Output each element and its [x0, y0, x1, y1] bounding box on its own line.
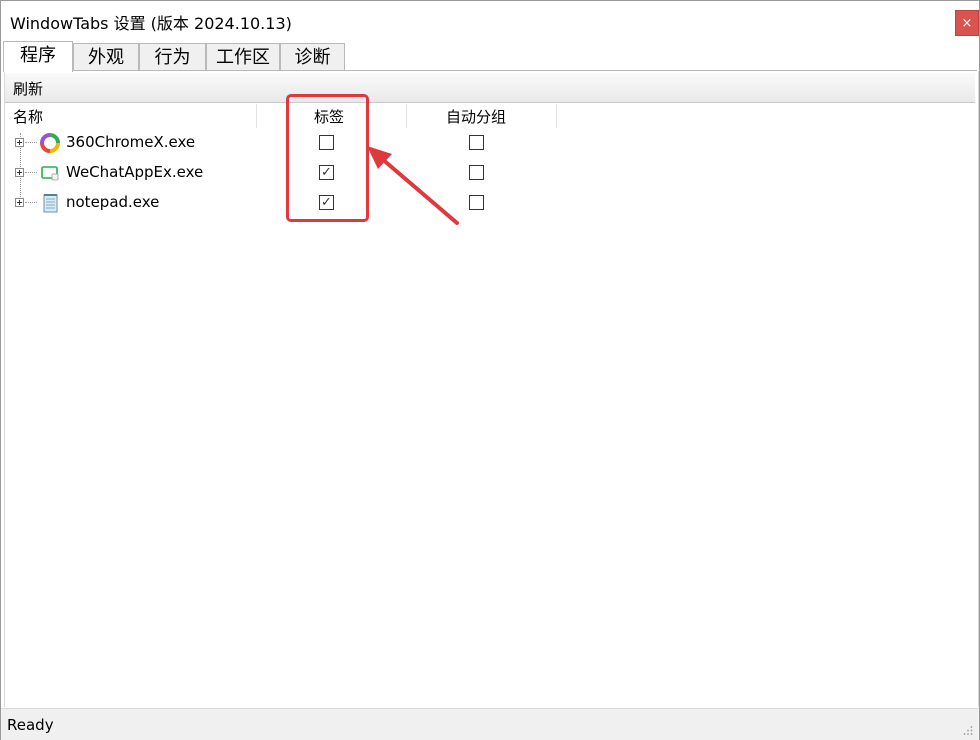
resize-grip-icon[interactable]: [963, 725, 973, 735]
column-header-name-label: 名称: [13, 108, 44, 126]
settings-window: WindowTabs 设置 (版本 2024.10.13) × 程序 外观 行为…: [0, 0, 980, 740]
tab-workspace-label: 工作区: [216, 47, 270, 68]
tab-behavior[interactable]: 行为: [139, 43, 206, 70]
auto-group-checkbox[interactable]: [469, 165, 484, 180]
tree-connector: [25, 172, 37, 173]
toolbar: 刷新: [5, 73, 975, 103]
expand-icon[interactable]: [15, 138, 24, 147]
close-icon: ×: [961, 16, 973, 31]
expand-icon[interactable]: [15, 198, 24, 207]
360chrome-icon: [40, 133, 60, 153]
annotation-arrow-icon: [367, 146, 459, 225]
tree-connector: [25, 142, 37, 143]
table-row[interactable]: WeChatAppEx.exe ✓: [5, 159, 965, 189]
tab-programs[interactable]: 程序: [3, 41, 73, 72]
auto-group-checkbox[interactable]: [469, 135, 484, 150]
column-header-name[interactable]: 名称: [5, 104, 257, 128]
window-title: WindowTabs 设置 (版本 2024.10.13): [10, 14, 292, 33]
tab-programs-label: 程序: [20, 45, 56, 66]
tab-strip: 程序 外观 行为 工作区 诊断: [3, 41, 979, 72]
close-button[interactable]: ×: [955, 10, 979, 36]
tab-workspace[interactable]: 工作区: [206, 43, 280, 70]
tab-diagnostics-label: 诊断: [294, 47, 331, 68]
programs-panel: 刷新 名称 标签 自动分组 360ChromeX.exe WeChatAppEx…: [4, 71, 979, 707]
expand-icon[interactable]: [15, 168, 24, 177]
refresh-button[interactable]: 刷新: [13, 78, 43, 99]
highlight-box: [286, 94, 369, 222]
row-app-name: WeChatAppEx.exe: [66, 163, 204, 181]
tree-connector: [25, 202, 37, 203]
column-header-auto-group-label: 自动分组: [446, 108, 507, 126]
status-bar: Ready: [1, 708, 979, 740]
title-bar[interactable]: WindowTabs 设置 (版本 2024.10.13) ×: [1, 1, 979, 39]
tab-appearance-label: 外观: [88, 47, 124, 68]
wechat-app-icon: [41, 166, 59, 181]
tab-behavior-label: 行为: [154, 47, 191, 68]
notepad-icon: [43, 194, 58, 213]
column-header-auto-group[interactable]: 自动分组: [407, 104, 557, 128]
status-text: Ready: [7, 716, 54, 734]
table-row[interactable]: 360ChromeX.exe: [5, 129, 965, 159]
tab-diagnostics[interactable]: 诊断: [280, 43, 345, 70]
row-app-name: 360ChromeX.exe: [66, 133, 196, 151]
row-app-name: notepad.exe: [66, 193, 160, 211]
auto-group-checkbox[interactable]: [469, 195, 484, 210]
tab-appearance[interactable]: 外观: [73, 43, 139, 70]
table-row[interactable]: notepad.exe ✓: [5, 189, 965, 219]
